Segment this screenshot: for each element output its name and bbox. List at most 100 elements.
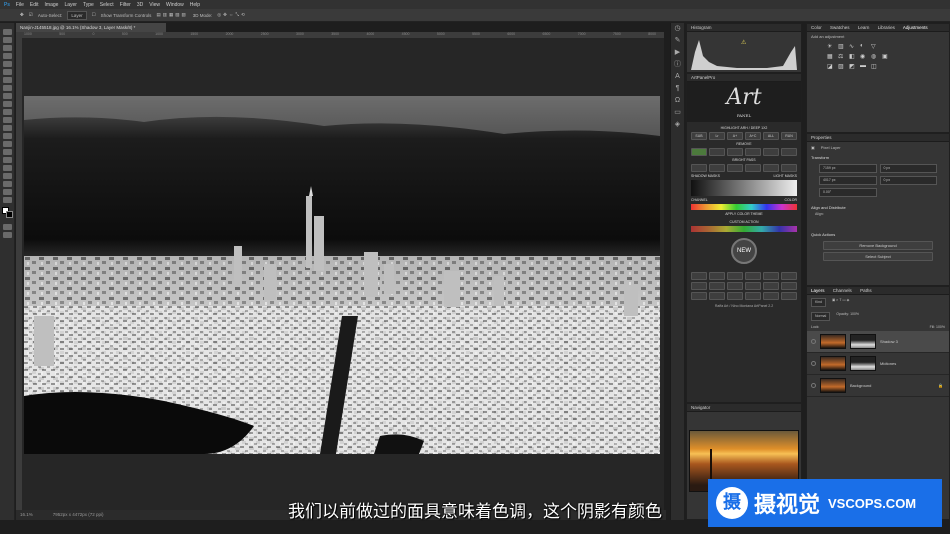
layer-row-midtones[interactable]: Midtones [807, 353, 949, 375]
transform-x[interactable]: 0 px [879, 164, 937, 173]
art-btn-f[interactable] [781, 148, 797, 156]
lock-icon[interactable]: 🔒 [938, 383, 943, 388]
vibrance-icon[interactable]: ▽ [871, 43, 879, 50]
tab-learn[interactable]: Learn [858, 25, 870, 30]
pen-tool-icon[interactable] [3, 149, 12, 155]
levels-icon[interactable]: ▥ [838, 43, 846, 50]
blur-tool-icon[interactable] [3, 133, 12, 139]
brush-settings-icon[interactable]: ✎ [671, 35, 684, 47]
tab-libraries[interactable]: Libraries [878, 25, 895, 30]
art-btn-ad[interactable] [781, 292, 797, 300]
transform-y[interactable]: 0 px [879, 176, 937, 185]
art-btn-t[interactable] [709, 282, 725, 290]
properties-tab[interactable]: Properties [811, 135, 832, 140]
type-tool-icon[interactable] [3, 157, 12, 163]
gradient-tool-icon[interactable] [3, 125, 12, 131]
tab-channels[interactable]: Channels [833, 288, 852, 293]
art-btn-p[interactable] [745, 272, 761, 280]
layer-dropdown[interactable]: Layer [67, 10, 87, 20]
menu-type[interactable]: Type [83, 2, 94, 8]
menu-layer[interactable]: Layer [64, 2, 77, 8]
art-btn-z[interactable] [709, 292, 725, 300]
art-btn-w[interactable] [763, 282, 779, 290]
document-canvas-image[interactable] [24, 96, 660, 454]
art-lr-button[interactable]: Lr [709, 132, 725, 140]
tab-adjustments[interactable]: Adjustments [903, 25, 928, 30]
timeline-icon[interactable]: ▭ [671, 107, 684, 119]
art-sub-button[interactable]: SUB [691, 132, 707, 140]
art-btn-b[interactable] [709, 148, 725, 156]
ps-logo-icon[interactable]: Ps [4, 2, 10, 8]
menu-help[interactable]: Help [190, 2, 200, 8]
marquee-tool-icon[interactable] [3, 37, 12, 43]
tab-layers[interactable]: Layers [811, 288, 825, 293]
move-tool-icon[interactable] [3, 29, 12, 35]
visibility-eye-icon[interactable] [811, 339, 816, 344]
art-aplus-button[interactable]: A+ [727, 132, 743, 140]
quick-mask-icon[interactable] [3, 224, 12, 230]
art-btn-s[interactable] [691, 282, 707, 290]
layer-mask-thumbnail[interactable] [850, 334, 876, 349]
visibility-eye-icon[interactable] [811, 361, 816, 366]
art-btn-j[interactable] [745, 164, 761, 172]
art-btn-d[interactable] [745, 148, 761, 156]
dodge-tool-icon[interactable] [3, 141, 12, 147]
art-btn-x[interactable] [781, 282, 797, 290]
art-apc-button[interactable]: A+C [745, 132, 761, 140]
transform-angle[interactable]: 0.00° [819, 188, 877, 197]
histogram-tab[interactable]: Histogram [691, 25, 712, 30]
art-btn-a[interactable] [691, 148, 707, 156]
art-run-button[interactable]: RUN [781, 132, 797, 140]
path-select-tool-icon[interactable] [3, 165, 12, 171]
menu-image[interactable]: Image [45, 2, 59, 8]
art-btn-q[interactable] [763, 272, 779, 280]
art-btn-g[interactable] [691, 164, 707, 172]
art-btn-c[interactable] [727, 148, 743, 156]
background-color-swatch[interactable] [6, 211, 13, 218]
transform-height[interactable]: 4017 px [819, 176, 877, 185]
tab-swatches[interactable]: Swatches [830, 25, 850, 30]
custom-action-strip[interactable] [691, 226, 797, 232]
blend-mode-dropdown[interactable]: Normal [811, 312, 831, 321]
brush-tool-icon[interactable] [3, 93, 12, 99]
art-btn-y[interactable] [691, 292, 707, 300]
tab-paths[interactable]: Paths [860, 288, 872, 293]
art-btn-ac[interactable] [763, 292, 779, 300]
history-brush-icon[interactable] [3, 109, 12, 115]
exposure-icon[interactable]: ◐ [860, 43, 868, 50]
menu-filter[interactable]: Filter [120, 2, 131, 8]
art-btn-l[interactable] [781, 164, 797, 172]
art-btn-m[interactable] [691, 272, 707, 280]
eyedropper-tool-icon[interactable] [3, 77, 12, 83]
layer-mask-thumbnail[interactable] [850, 356, 876, 371]
color-lookup-icon[interactable]: ▣ [882, 53, 890, 60]
document-tab[interactable]: Nanjin-J145518.jpg @ 16.1% (Shadow 3, La… [16, 23, 166, 32]
visibility-eye-icon[interactable] [811, 383, 816, 388]
art-btn-n[interactable] [709, 272, 725, 280]
paragraph-icon[interactable]: ¶ [671, 83, 684, 95]
fill-field[interactable]: Fill: 100% [930, 325, 945, 329]
art-all-button[interactable]: ALL [763, 132, 779, 140]
channel-mixer-icon[interactable]: ◍ [871, 53, 879, 60]
screen-mode-icon[interactable] [3, 232, 12, 238]
mask-gradient-strip[interactable] [691, 180, 797, 196]
align-icons[interactable]: ▤▥▦▧▨ [156, 12, 187, 18]
select-subject-button[interactable]: Select Subject [823, 252, 933, 261]
filter-icons[interactable]: ▣ ◐ T ▭ ◈ [832, 298, 849, 307]
actions-icon[interactable]: ▶ [671, 47, 684, 59]
black-white-icon[interactable]: ◧ [849, 53, 857, 60]
eraser-tool-icon[interactable] [3, 117, 12, 123]
quick-select-tool-icon[interactable] [3, 53, 12, 59]
opacity-field[interactable]: Opacity: 100% [836, 312, 859, 321]
history-icon[interactable]: ◷ [671, 23, 684, 35]
info-icon[interactable]: ⓘ [671, 59, 684, 71]
crop-tool-icon[interactable] [3, 61, 12, 67]
color-swatch-strip[interactable] [691, 204, 797, 210]
zoom-tool-icon[interactable] [3, 189, 12, 195]
menu-select[interactable]: Select [100, 2, 114, 8]
menu-file[interactable]: File [16, 2, 24, 8]
character-icon[interactable]: A [671, 71, 684, 83]
art-btn-o[interactable] [727, 272, 743, 280]
warning-icon[interactable]: ⚠ [741, 39, 747, 46]
show-transform-checkbox[interactable]: ☐ [92, 12, 96, 18]
